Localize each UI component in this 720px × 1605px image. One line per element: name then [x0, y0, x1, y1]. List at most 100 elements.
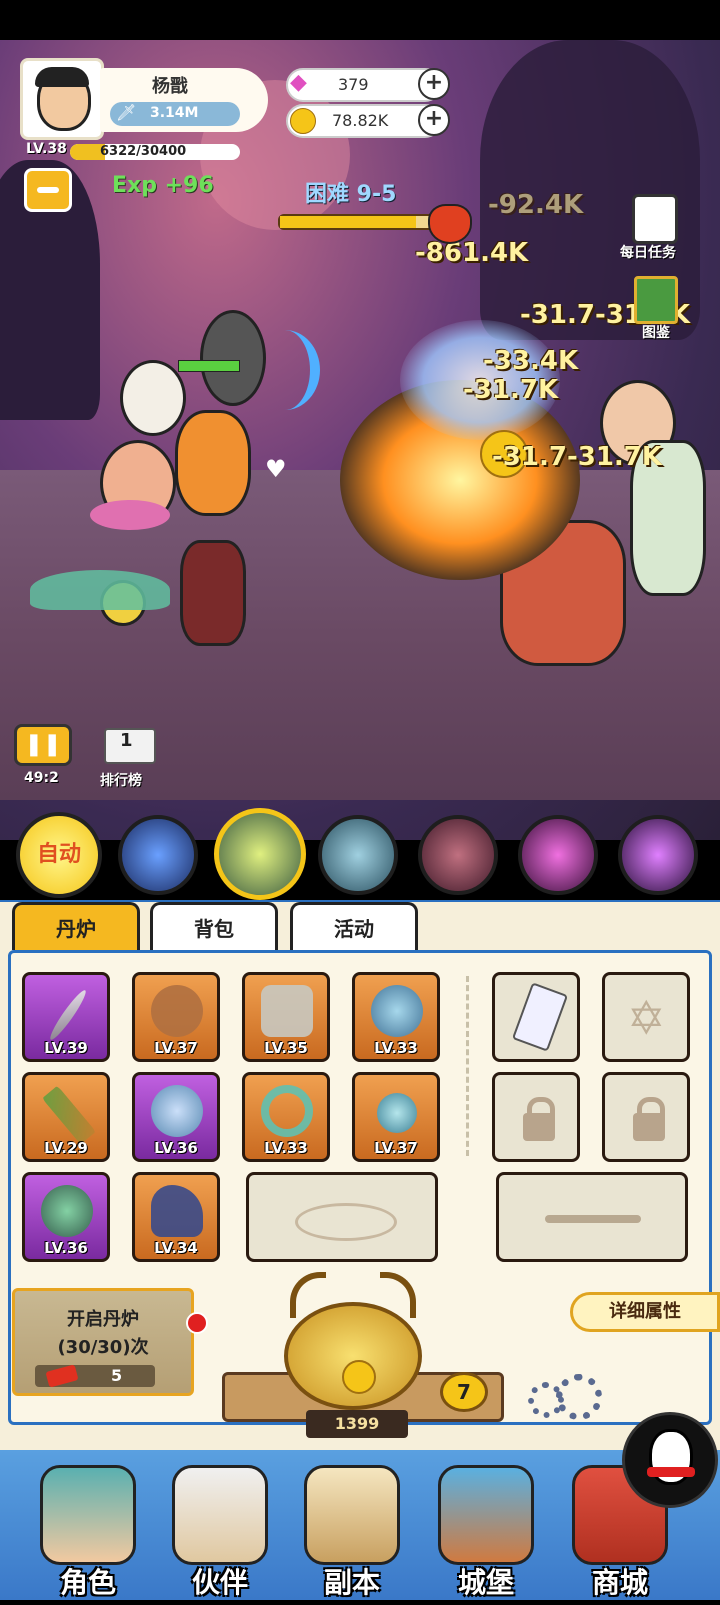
lock-shackle [527, 1097, 555, 1122]
penguin-scarf [647, 1467, 695, 1477]
skill-vortex-icon[interactable] [518, 815, 598, 895]
ranking-button[interactable]: 1 [98, 718, 158, 768]
nav-partner[interactable]: 伙伴 [160, 1455, 280, 1605]
open-furnace-label: 开启丹炉 [67, 1309, 139, 1330]
equip-level: LV.33 [374, 1039, 418, 1057]
tab-activity[interactable]: 活动 [290, 902, 418, 950]
equip-level: LV.36 [44, 1239, 88, 1257]
equip-umbrella[interactable]: LV.29 [22, 1072, 110, 1162]
lock-shackle [637, 1097, 665, 1122]
player-avatar[interactable] [20, 58, 104, 140]
hero-health-bar [178, 360, 240, 372]
locked-slot[interactable] [602, 1072, 690, 1162]
locked-slot[interactable] [492, 1072, 580, 1162]
hero-girl [120, 360, 186, 436]
damage-number: -31.7-31.7K [492, 442, 663, 472]
nav-character[interactable]: 角色 [28, 1455, 148, 1605]
hero-tiger [175, 410, 251, 516]
skill-comet-icon[interactable] [214, 808, 306, 900]
coin-icon [290, 108, 316, 134]
ticket-count: 5 [111, 1366, 123, 1385]
avatar-hair [35, 67, 89, 87]
cauldron-icon[interactable] [284, 1302, 422, 1410]
menu-button[interactable] [24, 168, 72, 212]
crown-icon [151, 985, 203, 1037]
empty-slot-seal[interactable] [246, 1172, 438, 1262]
armor-icon [261, 985, 313, 1037]
ring-icon [261, 1085, 313, 1137]
equip-amulet[interactable]: LV.36 [22, 1172, 110, 1262]
hexagram-icon: ✡ [627, 991, 666, 1045]
add-gems-button[interactable]: + [418, 68, 450, 100]
equip-bead[interactable]: LV.37 [352, 1072, 440, 1162]
nav-label: 伙伴 [191, 1566, 248, 1599]
damage-number: -33.4K [483, 346, 579, 376]
equip-sword[interactable]: LV.39 [22, 972, 110, 1062]
nav-label: 角色 [59, 1566, 116, 1599]
exp-gain: Exp +96 [112, 173, 214, 198]
skill-dragon-icon[interactable] [318, 815, 398, 895]
codex-icon[interactable] [634, 276, 678, 324]
skill-beast-icon[interactable] [418, 815, 498, 895]
furnace-count: (30/30)次 [57, 1337, 149, 1358]
character-icon [40, 1465, 136, 1565]
status-bar [0, 0, 720, 40]
pause-button[interactable]: ❚❚ [14, 724, 72, 766]
nav-castle[interactable]: 城堡 [426, 1455, 546, 1605]
daily-tasks-label[interactable]: 每日任务 [620, 242, 676, 262]
ticket-icon [45, 1364, 79, 1388]
equip-level: LV.37 [374, 1139, 418, 1157]
power-pill: 🗡 3.14M [110, 102, 240, 126]
bead-icon [377, 1093, 417, 1133]
ranking-rank: 1 [120, 730, 133, 751]
equip-crown[interactable]: LV.37 [132, 972, 220, 1062]
equip-spirit-orb[interactable]: LV.36 [132, 1072, 220, 1162]
nav-label: 城堡 [457, 1566, 514, 1599]
auto-battle-button[interactable]: 自动 [16, 812, 102, 898]
equip-level: LV.36 [154, 1139, 198, 1157]
skill-lightning-icon[interactable] [118, 815, 198, 895]
tab-furnace[interactable]: 丹炉 [12, 902, 140, 950]
player-level: LV.38 [26, 141, 67, 157]
gear-icon[interactable] [556, 1374, 602, 1420]
detail-attributes-button[interactable]: 详细属性 [570, 1292, 720, 1332]
pause-timer: 49:2 [24, 770, 59, 786]
add-coins-button[interactable]: + [418, 104, 450, 136]
damage-number: -31.7K [463, 375, 559, 405]
auto-label: 自动 [36, 842, 81, 867]
codex-label[interactable]: 图鉴 [642, 322, 670, 342]
furnace-coin-value: 1399 [306, 1410, 408, 1438]
tab-bag[interactable]: 背包 [150, 902, 278, 950]
daily-tasks-icon[interactable] [632, 194, 678, 244]
equip-boots[interactable]: LV.34 [132, 1172, 220, 1262]
nav-dungeon[interactable]: 副本 [292, 1455, 412, 1605]
orb-icon [371, 985, 423, 1037]
equip-orb[interactable]: LV.33 [352, 972, 440, 1062]
nav-label: 副本 [323, 1566, 380, 1599]
qq-float-button[interactable] [622, 1412, 718, 1508]
equip-armor[interactable]: LV.35 [242, 972, 330, 1062]
talisman-icon [511, 982, 569, 1052]
hexagram-slot[interactable]: ✡ [602, 972, 690, 1062]
equip-level: LV.39 [44, 1039, 88, 1057]
stage-progress-fill [280, 216, 416, 228]
scroll-icon [304, 1465, 400, 1565]
gem-count: 379 [338, 75, 369, 94]
empty-slot-weapon[interactable] [496, 1172, 688, 1262]
damage-number: -861.4K [415, 238, 529, 268]
talisman-slot[interactable] [492, 972, 580, 1062]
nav-label: 商城 [591, 1566, 648, 1599]
sword-icon [46, 987, 90, 1043]
open-furnace-card[interactable]: 开启丹炉 (30/30)次 5 [12, 1288, 194, 1396]
minus-icon [37, 187, 59, 193]
heart-icon: ♥ [265, 455, 287, 483]
amulet-icon [41, 1185, 93, 1237]
lotus-seat [90, 500, 170, 530]
furnace-level-badge: 7 [440, 1372, 488, 1412]
ranking-label[interactable]: 排行榜 [100, 770, 142, 790]
equip-ring[interactable]: LV.33 [242, 1072, 330, 1162]
partner-icon [172, 1465, 268, 1565]
skill-void-icon[interactable] [618, 815, 698, 895]
player-name: 杨戬 [152, 76, 188, 97]
butterfly-wings [30, 570, 170, 610]
